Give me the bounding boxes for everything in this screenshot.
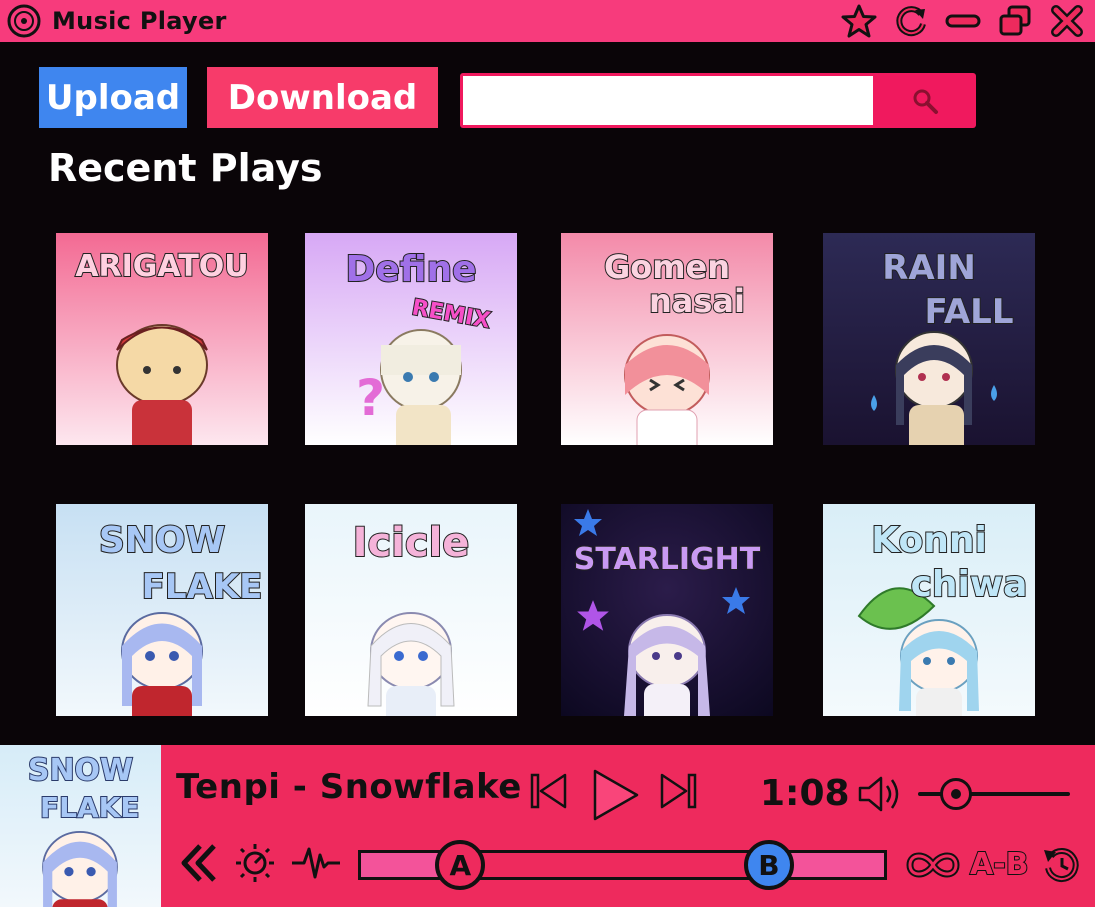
- album-title: SNOW: [98, 520, 226, 561]
- restore-icon: [999, 5, 1031, 36]
- volume-button[interactable]: [857, 773, 903, 815]
- album-subtitle: FALL: [924, 292, 1015, 332]
- star-decoration-icon: [722, 587, 750, 614]
- previous-button[interactable]: [528, 770, 570, 812]
- waveform-button[interactable]: [289, 841, 343, 885]
- album-title: Konni: [870, 520, 988, 561]
- album-title: RAIN: [881, 248, 977, 288]
- download-button[interactable]: Download: [207, 67, 438, 128]
- favorite-button[interactable]: [839, 3, 879, 39]
- search-button[interactable]: [873, 73, 976, 128]
- skip-previous-icon: [530, 773, 567, 809]
- minimize-button[interactable]: [943, 3, 983, 39]
- album-subtitle: FLAKE: [141, 567, 264, 607]
- album-subtitle: nasai: [648, 282, 746, 320]
- replay-icon: [1044, 848, 1079, 883]
- album-card[interactable]: ? Define REMIX: [305, 233, 517, 445]
- player-bar: SNOW FLAKE Tenpi - Snowflake 1:08 A B A-…: [0, 745, 1095, 907]
- ab-progress-bar[interactable]: A B: [358, 840, 887, 890]
- album-card[interactable]: Konni chiwa: [823, 504, 1035, 716]
- waveform-icon: [292, 847, 340, 879]
- search-input[interactable]: [463, 76, 873, 125]
- rewind-button[interactable]: [175, 841, 221, 885]
- rewind-icon: [181, 844, 216, 882]
- album-title: Icicle: [352, 520, 471, 566]
- play-button[interactable]: [590, 767, 642, 823]
- minimize-icon: [945, 14, 981, 28]
- album-card[interactable]: STARLIGHT: [561, 504, 773, 716]
- star-decoration-icon: [574, 509, 602, 536]
- character-illustration: [367, 612, 455, 716]
- close-button[interactable]: [1047, 3, 1087, 39]
- now-playing-title-art: SNOW: [27, 752, 134, 789]
- character-illustration: [624, 614, 710, 716]
- title-bar: Music Player: [0, 0, 1095, 42]
- loop-marker-b[interactable]: B: [743, 840, 794, 890]
- now-playing-subtitle-art: FLAKE: [39, 790, 140, 825]
- play-icon: [593, 769, 639, 821]
- replay-button[interactable]: [1040, 843, 1084, 887]
- album-subtitle: chiwa: [910, 564, 1029, 605]
- time-display: 1:08: [760, 773, 850, 814]
- speed-button[interactable]: [232, 841, 278, 885]
- character-illustration: [116, 324, 208, 445]
- star-decoration-icon: [577, 600, 609, 631]
- album-card[interactable]: Gomen nasai: [561, 233, 773, 445]
- loop-marker-a[interactable]: A: [435, 840, 486, 890]
- skip-next-icon: [660, 773, 697, 809]
- refresh-icon: [896, 6, 926, 37]
- volume-slider-handle[interactable]: [940, 778, 972, 810]
- vinyl-disc-icon: [7, 4, 41, 38]
- restore-button[interactable]: [995, 3, 1035, 39]
- album-card[interactable]: ARIGATOU: [56, 233, 268, 445]
- album-title: Define: [344, 249, 477, 290]
- volume-icon: [858, 776, 899, 812]
- section-title: Recent Plays: [48, 146, 323, 190]
- album-title: ARIGATOU: [74, 249, 249, 284]
- character-illustration: [624, 334, 710, 445]
- album-title: STARLIGHT: [573, 542, 762, 577]
- refresh-button[interactable]: [891, 3, 931, 39]
- search-bar: [460, 73, 976, 128]
- now-playing-cover[interactable]: SNOW FLAKE: [0, 745, 161, 907]
- track-title: Tenpi - Snowflake: [176, 767, 522, 807]
- infinity-icon: [906, 852, 960, 878]
- svg-text:?: ?: [356, 369, 385, 427]
- album-card[interactable]: SNOW FLAKE: [56, 504, 268, 716]
- close-icon: [1051, 5, 1083, 37]
- album-card[interactable]: RAIN FALL: [823, 233, 1035, 445]
- app-title: Music Player: [52, 7, 227, 35]
- loop-button[interactable]: [903, 845, 963, 885]
- album-title: Gomen: [603, 248, 731, 286]
- ab-loop-range: [460, 853, 769, 877]
- upload-button[interactable]: Upload: [39, 67, 187, 128]
- search-icon: [913, 89, 938, 114]
- speedometer-icon: [236, 844, 274, 882]
- album-card[interactable]: Icicle: [305, 504, 517, 716]
- star-icon: [841, 4, 877, 38]
- next-button[interactable]: [657, 770, 699, 812]
- ab-repeat-button[interactable]: A-B: [969, 846, 1030, 883]
